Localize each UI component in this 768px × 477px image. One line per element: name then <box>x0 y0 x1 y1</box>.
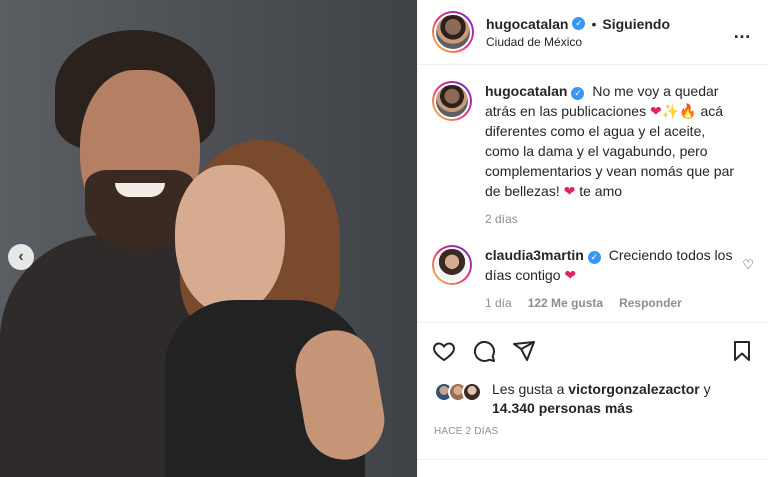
likes-count-link[interactable]: 14.340 personas más <box>492 400 633 416</box>
post-location[interactable]: Ciudad de México <box>486 35 670 49</box>
comment-icon[interactable] <box>472 339 496 363</box>
carousel-prev-button[interactable]: ‹ <box>8 244 34 270</box>
caption-time[interactable]: 2 días <box>485 209 518 229</box>
comment-username[interactable]: claudia3martin <box>485 247 584 263</box>
instagram-post: ‹ hugocatalan ✓ • Siguiendo Ciudad de Mé… <box>0 0 768 477</box>
more-options-icon[interactable]: … <box>733 22 752 43</box>
caption: hugocatalan ✓ No me voy a quedar atrás en… <box>432 81 754 229</box>
likes-prefix: Les gusta a <box>492 381 565 397</box>
heart-icon[interactable] <box>432 339 456 363</box>
photo-woman-face <box>175 165 285 315</box>
following-button[interactable]: Siguiendo <box>602 16 670 32</box>
verified-badge-icon: ✓ <box>572 17 586 30</box>
avatar <box>462 382 482 402</box>
likes-user-link[interactable]: victorgonzalezactor <box>568 381 699 397</box>
action-bar <box>418 322 768 378</box>
bookmark-icon[interactable] <box>730 339 754 363</box>
reply-button[interactable]: Responder <box>619 293 682 313</box>
post-timestamp[interactable]: HACE 2 DÍAS <box>418 418 768 437</box>
separator-dot: • <box>591 15 597 32</box>
heart-emoji: ❤ <box>563 183 576 199</box>
comments-section: hugocatalan ✓ No me voy a quedar atrás en… <box>418 65 768 322</box>
post-header: hugocatalan ✓ • Siguiendo Ciudad de Méxi… <box>418 0 768 65</box>
post-side-pane: hugocatalan ✓ • Siguiendo Ciudad de Méxi… <box>417 0 768 477</box>
comment-likes[interactable]: 122 Me gusta <box>528 293 603 313</box>
share-icon[interactable] <box>512 339 536 363</box>
author-meta: hugocatalan ✓ • Siguiendo Ciudad de Méxi… <box>486 16 670 49</box>
likes-summary: Les gusta a victorgonzalezactor y 14.340… <box>418 380 768 418</box>
sparkles-emoji: ✨ <box>661 103 680 119</box>
caption-avatar[interactable] <box>432 81 472 121</box>
heart-emoji: ❤ <box>564 267 577 283</box>
chevron-left-icon: ‹ <box>18 248 24 265</box>
post-photo[interactable]: ‹ <box>0 0 417 477</box>
likes-joiner: y <box>703 381 711 397</box>
author-username[interactable]: hugocatalan <box>486 16 568 32</box>
commenter-avatar[interactable] <box>432 245 472 285</box>
verified-badge-icon: ✓ <box>571 87 585 100</box>
fire-emoji: 🔥 <box>679 103 697 119</box>
heart-emoji: ❤ <box>650 103 662 119</box>
liker-avatars[interactable] <box>434 382 482 402</box>
add-comment-area[interactable] <box>418 459 768 477</box>
comment-text: claudia3martin ✓ Creciendo todos los días… <box>485 245 737 285</box>
caption-text: hugocatalan ✓ No me voy a quedar atrás en… <box>485 81 737 201</box>
comment-item: claudia3martin ✓ Creciendo todos los días… <box>432 245 754 313</box>
author-avatar[interactable] <box>432 11 474 53</box>
caption-username[interactable]: hugocatalan <box>485 83 567 99</box>
likes-text: Les gusta a victorgonzalezactor y 14.340… <box>492 380 752 418</box>
photo-man-smile <box>115 183 165 197</box>
comment-like-icon[interactable]: ♡ <box>742 257 754 273</box>
verified-badge-icon: ✓ <box>587 251 601 264</box>
comment-time[interactable]: 1 día <box>485 293 512 313</box>
caption-part3: te amo <box>579 183 623 199</box>
